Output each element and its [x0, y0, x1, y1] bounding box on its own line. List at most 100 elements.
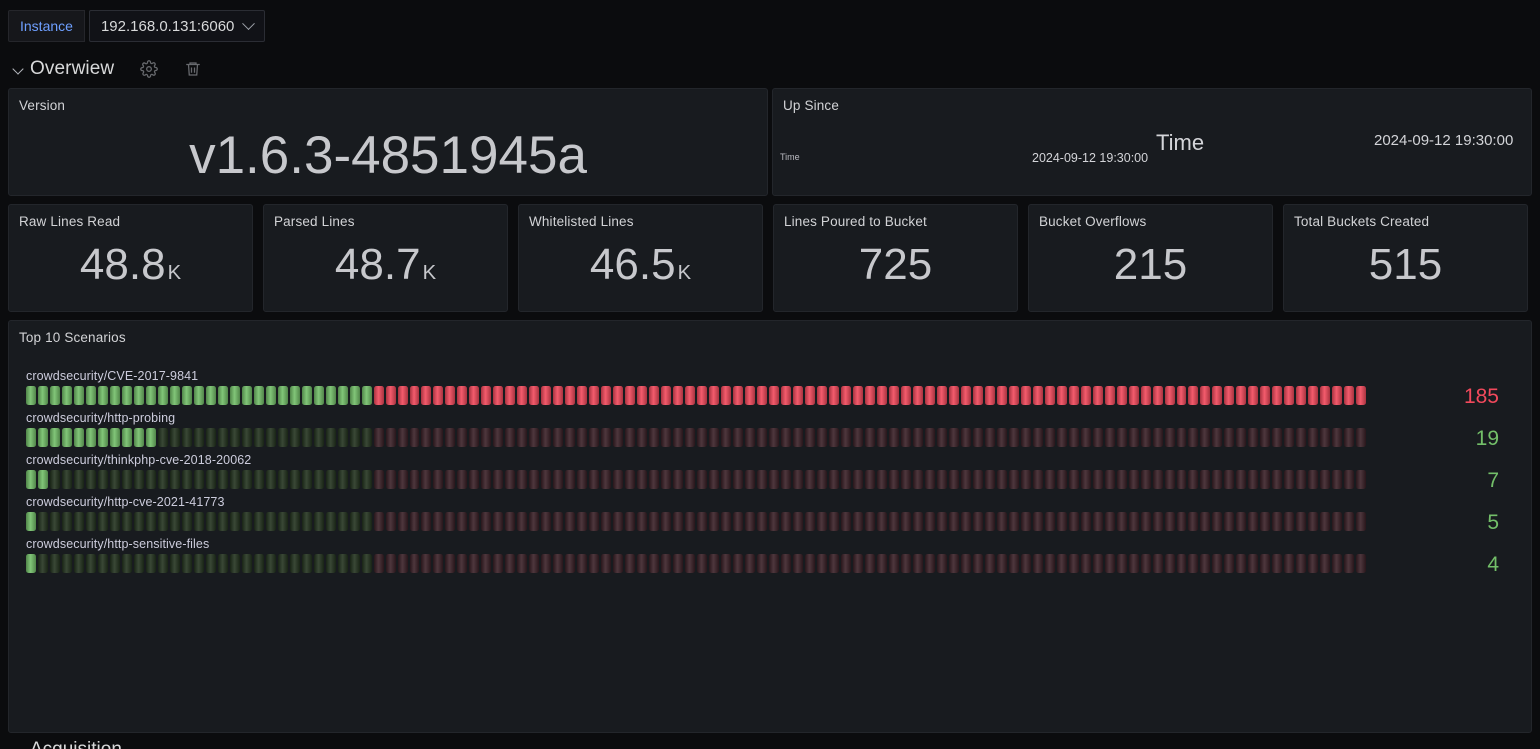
gauge-cell — [1224, 386, 1234, 405]
gauge-cell — [1117, 386, 1127, 405]
gauge-cell — [1200, 554, 1210, 573]
gauge-cell — [1069, 512, 1079, 531]
gauge-cell — [865, 554, 875, 573]
gauge-cell — [997, 512, 1007, 531]
gauge-cell — [745, 386, 755, 405]
gauge-cell — [901, 554, 911, 573]
gauge-cell — [1332, 470, 1342, 489]
gauge-cell — [685, 470, 695, 489]
gauge-cell — [805, 554, 815, 573]
gauge-cell — [793, 470, 803, 489]
gauge-cell — [805, 470, 815, 489]
gauge-cell — [505, 470, 515, 489]
gauge-cell — [1224, 554, 1234, 573]
instance-variable-select[interactable]: 192.168.0.131:6060 — [89, 10, 265, 42]
gauge-cell — [1188, 470, 1198, 489]
stat-value-5: 515 — [1284, 243, 1527, 287]
gauge-label: crowdsecurity/http-probing — [26, 411, 1367, 425]
gauge-cell — [398, 554, 408, 573]
gauge-cell — [733, 512, 743, 531]
gauge-cell — [1344, 554, 1354, 573]
gauge-cell — [517, 512, 527, 531]
gauge-cell — [877, 428, 887, 447]
row-header-acquisition[interactable]: Acquisition — [30, 739, 122, 749]
gauge-cell — [673, 470, 683, 489]
gauge-cell — [805, 428, 815, 447]
gauge-cell — [733, 386, 743, 405]
gauge-cell — [1260, 512, 1270, 531]
gauge-cell — [625, 428, 635, 447]
instance-variable-label: Instance — [8, 10, 85, 42]
row-header-overview[interactable]: Overwiew — [12, 56, 202, 82]
gauge-cell — [290, 428, 300, 447]
gauge-cell — [637, 512, 647, 531]
gauge-cell — [146, 428, 156, 447]
chevron-down-icon[interactable] — [12, 62, 26, 76]
gauge-cell — [266, 470, 276, 489]
gauge-cell — [338, 512, 348, 531]
gauge-cell — [278, 386, 288, 405]
gauge-cell — [997, 470, 1007, 489]
gauge-cell — [194, 428, 204, 447]
gauge-cell — [1081, 512, 1091, 531]
gauge-cell — [1356, 554, 1366, 573]
gauge-cell — [110, 386, 120, 405]
gauge-cell — [98, 428, 108, 447]
gauge-cell — [553, 512, 563, 531]
panel-title-top-10-scenarios: Top 10 Scenarios — [19, 330, 126, 345]
gauge-cell — [242, 470, 252, 489]
gauge-cell — [1188, 428, 1198, 447]
gauge-cell — [302, 512, 312, 531]
gauge-cell — [745, 470, 755, 489]
gauge-cell — [649, 386, 659, 405]
gauge-cell — [1093, 428, 1103, 447]
gauge-cell — [925, 512, 935, 531]
gauge-cell — [877, 386, 887, 405]
gauge-cell — [1284, 428, 1294, 447]
gauge-cell — [649, 554, 659, 573]
panel-stat-1: Parsed Lines48.7K — [263, 204, 508, 312]
gauge-cell — [230, 554, 240, 573]
gauge-cell — [1212, 428, 1222, 447]
gauge-cell — [649, 512, 659, 531]
gauge-cell — [841, 554, 851, 573]
gauge-cell — [553, 386, 563, 405]
gauge-cell — [1356, 428, 1366, 447]
gauge-cell — [757, 386, 767, 405]
gauge-cell — [673, 386, 683, 405]
gauge-cell — [1308, 428, 1318, 447]
gauge-cell — [1069, 470, 1079, 489]
gauge-cell — [1045, 512, 1055, 531]
gauge-cell — [433, 554, 443, 573]
gauge-cell — [290, 470, 300, 489]
stat-suffix-0: K — [168, 262, 182, 284]
gauge-cell — [565, 554, 575, 573]
gauge-cell — [1224, 428, 1234, 447]
gauge-cell — [529, 428, 539, 447]
gauge-cell — [493, 470, 503, 489]
gauge-cell — [146, 554, 156, 573]
gauge-cell — [613, 512, 623, 531]
gauge-cell — [1165, 470, 1175, 489]
gauge-value: 7 — [1487, 471, 1499, 490]
gauge-cell — [74, 512, 84, 531]
gauge-cell — [62, 554, 72, 573]
gauge-cell — [1033, 470, 1043, 489]
gauge-cell — [302, 554, 312, 573]
gauge-cell — [853, 386, 863, 405]
gauge-track — [26, 428, 1367, 447]
gear-icon[interactable] — [140, 60, 158, 78]
gauge-cell — [1153, 428, 1163, 447]
gauge-cell — [50, 512, 60, 531]
trash-icon[interactable] — [184, 60, 202, 78]
gauge-cell — [985, 428, 995, 447]
gauge-cell — [158, 428, 168, 447]
gauge-cell — [661, 470, 671, 489]
gauge-cell — [398, 428, 408, 447]
gauge-cell — [1236, 386, 1246, 405]
gauge-cell — [1069, 386, 1079, 405]
panel-title-stat-5: Total Buckets Created — [1294, 214, 1429, 229]
gauge-cell — [194, 386, 204, 405]
gauge-cell — [589, 470, 599, 489]
gauge-cell — [1165, 554, 1175, 573]
